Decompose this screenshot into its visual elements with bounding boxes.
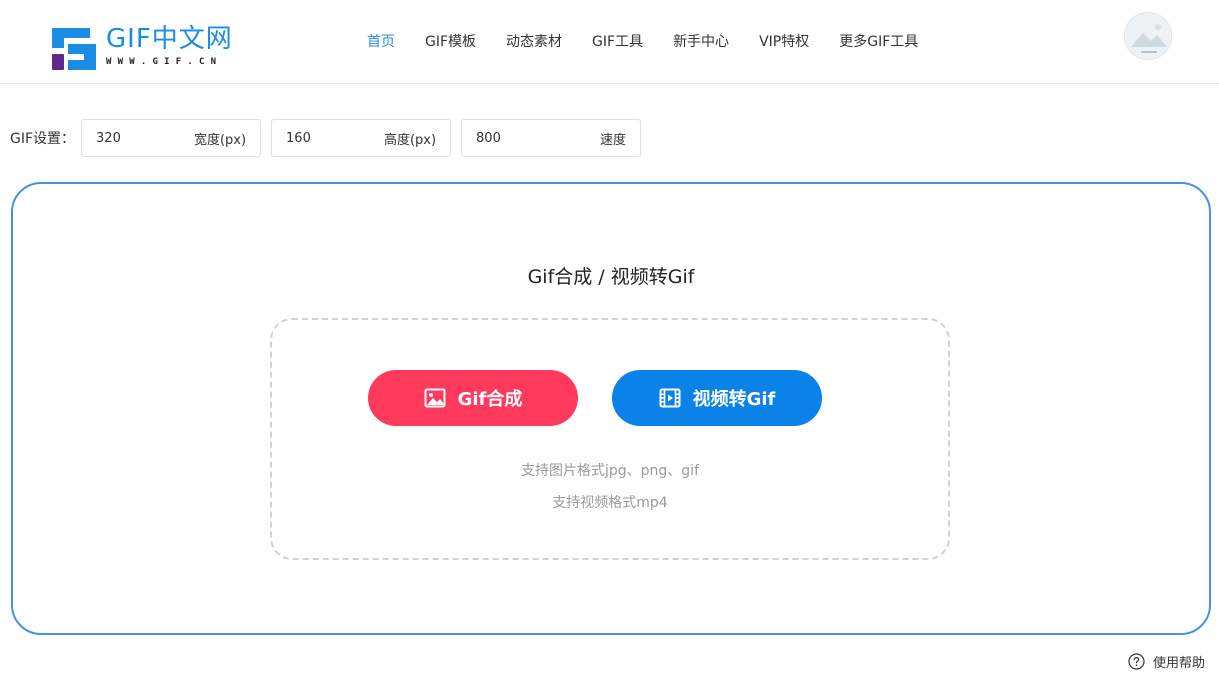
question-circle-icon	[1128, 652, 1145, 670]
nav-item-beginner-center[interactable]: 新手中心	[673, 30, 729, 54]
height-unit: 高度(px)	[383, 132, 437, 148]
upload-panel: Gif合成 / 视频转Gif Gif合成 视频转Gif 支持图片格式jpg、pn…	[11, 182, 1211, 635]
logo-subtitle: WWW.GIF.CN	[106, 57, 223, 67]
site-logo[interactable]: GIF中文网 WWW.GIF.CN	[50, 24, 250, 76]
nav-item-animated-assets[interactable]: 动态素材	[506, 30, 562, 54]
video-to-gif-button[interactable]: 视频转Gif	[612, 370, 822, 426]
width-unit: 宽度(px)	[193, 132, 247, 148]
nav-item-vip[interactable]: VIP特权	[759, 30, 809, 54]
help-link[interactable]: 使用帮助	[1128, 650, 1205, 672]
nav-item-gif-templates[interactable]: GIF模板	[425, 30, 476, 54]
panel-title: Gif合成 / 视频转Gif	[527, 266, 695, 288]
user-avatar[interactable]	[1124, 12, 1172, 60]
width-setting: 宽度(px)	[81, 119, 262, 157]
image-format-hint: 支持图片格式jpg、png、gif	[520, 463, 699, 479]
height-input[interactable]	[286, 130, 357, 146]
logo-mark-icon	[50, 24, 98, 72]
logo-title: GIF中文网	[106, 24, 233, 54]
help-label: 使用帮助	[1153, 655, 1206, 671]
speed-setting: 速度	[461, 119, 642, 157]
video-to-gif-label: 视频转Gif	[692, 389, 776, 410]
settings-label: GIF设置：	[10, 131, 76, 147]
nav-item-home[interactable]: 首页	[367, 30, 395, 54]
nav-item-gif-tools[interactable]: GIF工具	[592, 30, 643, 54]
gif-settings: GIF设置： 宽度(px) 高度(px) 速度	[10, 119, 651, 157]
width-input[interactable]	[96, 130, 167, 146]
top-header: GIF中文网 WWW.GIF.CN 首页 GIF模板 动态素材 GIF工具 新手…	[0, 0, 1219, 84]
nav-item-more-tools[interactable]: 更多GIF工具	[839, 30, 918, 54]
gif-compose-label: Gif合成	[457, 389, 523, 410]
gif-compose-button[interactable]: Gif合成	[368, 370, 578, 426]
main-nav: 首页 GIF模板 动态素材 GIF工具 新手中心 VIP特权 更多GIF工具	[352, 30, 933, 54]
height-setting: 高度(px)	[271, 119, 452, 157]
speed-unit: 速度	[600, 132, 627, 148]
drop-zone[interactable]: Gif合成 视频转Gif 支持图片格式jpg、png、gif 支持视频格式mp4	[270, 318, 950, 560]
landscape-avatar-icon	[1125, 13, 1171, 59]
image-icon	[424, 387, 446, 409]
film-icon	[659, 387, 681, 409]
speed-input[interactable]	[476, 130, 547, 146]
video-format-hint: 支持视频格式mp4	[552, 495, 668, 511]
